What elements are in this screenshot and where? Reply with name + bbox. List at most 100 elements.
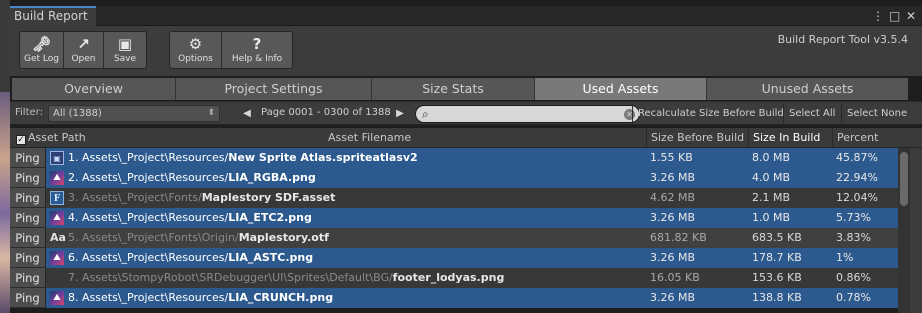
window-controls: ⋮ □ ✕	[872, 7, 916, 25]
ping-button[interactable]: Ping	[10, 268, 46, 288]
asset-path-cell: 4. Assets\_Project\Resources/LIA_ETC2.pn…	[68, 208, 312, 228]
ping-button[interactable]: Ping	[10, 288, 46, 308]
table-row[interactable]: Ping ⛰ 4. Assets\_Project\Resources/LIA_ET…	[10, 208, 898, 228]
tab-unused-assets[interactable]: Unused Assets	[707, 78, 908, 100]
asset-filename: LIA_ASTC.png	[228, 251, 314, 264]
size-before-build-header[interactable]: Size Before Build	[646, 128, 748, 148]
background-artwork	[0, 92, 10, 313]
row-number: 8.	[68, 291, 82, 304]
file-button-group: 🗝 Get Log ↗ Open ▣ Save	[19, 31, 147, 69]
image-icon: ⛰	[50, 251, 64, 265]
asset-filename: Maplestory.otf	[238, 231, 329, 244]
font-file-icon: Aa	[50, 231, 66, 244]
asset-path-cell: 7. Assets\StompyRobot\SRDebugger\UI\Spri…	[68, 268, 504, 288]
tab-used-assets[interactable]: Used Assets	[535, 78, 707, 100]
filter-bar: Filter: All (1388) ⬍ ◀ Page 0001 - 0300 …	[10, 101, 922, 125]
size-before-cell: 681.82 KB	[650, 231, 707, 244]
asset-filename: LIA_RGBA.png	[228, 171, 316, 184]
page-label: Page 0001 - 0300 of 1388	[261, 107, 391, 118]
size-in-build-cell: 8.0 MB	[752, 151, 791, 164]
image-icon: ⛰	[50, 291, 64, 305]
tab-project-settings[interactable]: Project Settings	[176, 78, 372, 100]
table-row[interactable]: Ping Aa 5. Assets\_Project\Fonts\Origin/Ma…	[10, 228, 898, 248]
dropdown-arrows-icon: ⬍	[207, 108, 215, 118]
image-icon: ⛰	[50, 171, 64, 185]
size-in-build-cell: 153.6 KB	[752, 271, 802, 284]
table-row[interactable]: Ping ▣ 1. Assets\_Project\Resources/New Sp…	[10, 148, 898, 168]
asset-filename-header[interactable]: Asset Filename	[328, 128, 411, 148]
window-tab-build-report[interactable]: Build Report	[10, 6, 96, 27]
open-button[interactable]: ↗ Open	[64, 32, 104, 68]
select-none-button[interactable]: Select None	[841, 104, 912, 124]
row-number: 7.	[68, 271, 82, 284]
percent-cell: 45.87%	[836, 151, 878, 164]
ping-button[interactable]: Ping	[10, 228, 46, 248]
scrollbar-thumb[interactable]	[900, 152, 908, 206]
version-label: Build Report Tool v3.5.4	[777, 33, 908, 46]
asset-path-header[interactable]: ✓ Asset Path	[16, 128, 86, 148]
save-label: Save	[113, 54, 137, 64]
help-icon: ?	[252, 35, 262, 53]
asset-path-cell: 2. Assets\_Project\Resources/LIA_RGBA.pn…	[68, 168, 316, 188]
tab-overview[interactable]: Overview	[12, 78, 176, 100]
get-log-button[interactable]: 🗝 Get Log	[20, 32, 64, 68]
percent-header[interactable]: Percent	[832, 128, 898, 148]
select-all-button[interactable]: Select All	[783, 104, 840, 124]
window-tab-label: Build Report	[14, 9, 88, 23]
size-in-build-header[interactable]: Size In Build ▼	[748, 128, 832, 164]
search-input[interactable]: ⌕ ✕	[415, 105, 640, 123]
close-icon[interactable]: ✕	[906, 9, 916, 23]
prev-page-icon[interactable]: ◀	[240, 106, 254, 121]
report-tabs: Overview Project Settings Size Stats Use…	[12, 78, 908, 100]
help-info-label: Help & Info	[231, 54, 283, 64]
asset-directory: Assets\_Project\Resources/	[82, 151, 229, 164]
asset-filename: LIA_ETC2.png	[228, 211, 312, 224]
size-before-cell: 3.26 MB	[650, 291, 696, 304]
asset-path-cell: 3. Assets\_Project\Fonts/Maplestory SDF.…	[68, 188, 335, 208]
ping-button[interactable]: Ping	[10, 168, 46, 188]
ping-button[interactable]: Ping	[10, 148, 46, 168]
next-page-icon[interactable]: ▶	[393, 106, 407, 121]
table-row[interactable]: Ping 7. Assets\StompyRobot\SRDebugger\UI\…	[10, 268, 898, 288]
asset-table: Ping ▣ 1. Assets\_Project\Resources/New Sp…	[10, 148, 898, 308]
size-in-build-cell: 178.7 KB	[752, 251, 802, 264]
save-button[interactable]: ▣ Save	[104, 32, 146, 68]
table-row[interactable]: Ping ⛰ 2. Assets\_Project\Resources/LIA_RG…	[10, 168, 898, 188]
asset-directory: Assets\_Project\Resources/	[82, 291, 229, 304]
more-options-icon[interactable]: ⋮	[872, 9, 884, 23]
asset-directory: Assets\_Project\Fonts\Origin/	[82, 231, 239, 244]
filter-value: All (1388)	[53, 108, 102, 119]
right-edge-panel	[910, 148, 922, 313]
asset-directory: Assets\_Project\Resources/	[82, 211, 229, 224]
size-in-build-cell: 683.5 KB	[752, 231, 802, 244]
size-in-build-cell: 1.0 MB	[752, 211, 791, 224]
ping-button[interactable]: Ping	[10, 188, 46, 208]
font-asset-icon: F	[50, 191, 64, 205]
recalculate-size-button[interactable]: Recalculate Size Before Build	[632, 104, 789, 124]
percent-cell: 5.73%	[836, 211, 871, 224]
asset-path-cell: 6. Assets\_Project\Resources/LIA_ASTC.pn…	[68, 248, 313, 268]
row-number: 3.	[68, 191, 82, 204]
size-before-cell: 16.05 KB	[650, 271, 700, 284]
row-number: 1.	[68, 151, 82, 164]
ping-button[interactable]: Ping	[10, 248, 46, 268]
size-before-cell: 4.62 MB	[650, 191, 696, 204]
select-all-checkbox-icon[interactable]: ✓	[16, 135, 26, 145]
search-icon: ⌕	[422, 107, 429, 121]
table-row[interactable]: Ping ⛰ 8. Assets\_Project\Resources/LIA_CR…	[10, 288, 898, 308]
size-in-build-cell: 138.8 KB	[752, 291, 802, 304]
filter-dropdown[interactable]: All (1388) ⬍	[48, 105, 220, 122]
size-in-build-cell: 2.1 MB	[752, 191, 791, 204]
asset-filename: footer_lodyas.png	[392, 271, 505, 284]
table-row[interactable]: Ping F 3. Assets\_Project\Fonts/Maplestory…	[10, 188, 898, 208]
get-log-icon: 🗝	[31, 35, 52, 53]
asset-directory: Assets\_Project\Fonts/	[82, 191, 202, 204]
percent-cell: 12.04%	[836, 191, 878, 204]
options-button[interactable]: ⚙ Options	[170, 32, 222, 68]
help-info-button[interactable]: ? Help & Info	[222, 32, 292, 68]
vertical-scrollbar[interactable]	[898, 148, 910, 313]
ping-button[interactable]: Ping	[10, 208, 46, 228]
tab-size-stats[interactable]: Size Stats	[372, 78, 535, 100]
maximize-icon[interactable]: □	[889, 9, 900, 23]
table-row[interactable]: Ping ⛰ 6. Assets\_Project\Resources/LIA_AS…	[10, 248, 898, 268]
